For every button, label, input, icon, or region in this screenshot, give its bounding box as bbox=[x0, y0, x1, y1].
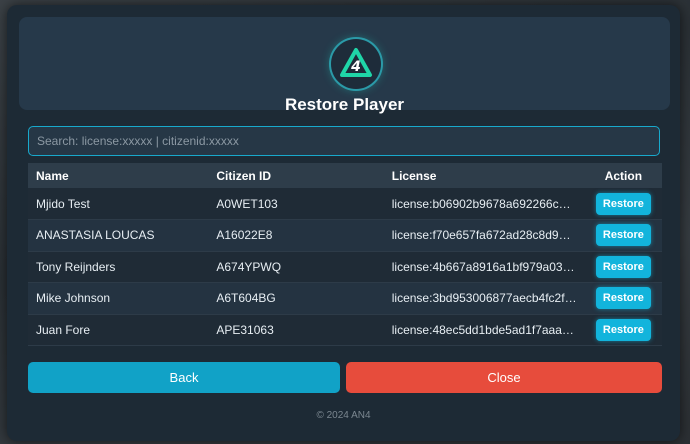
player-license: license:3bd953006877aecb4fc2fe... bbox=[391, 291, 582, 306]
action-cell: Restore bbox=[585, 251, 662, 283]
restore-player-dialog: 4 Restore Player Name Citizen ID License… bbox=[7, 5, 680, 441]
player-name: Juan Fore bbox=[36, 322, 91, 337]
restore-button[interactable]: Restore bbox=[595, 318, 651, 341]
column-header-name: Name bbox=[36, 168, 69, 183]
table-row: Mike Johnson A6T604BG license:3bd9530068… bbox=[28, 282, 662, 315]
player-name: ANASTASIA LOUCAS bbox=[36, 228, 155, 243]
table-row: Mjido Test A0WET103 license:b06902b9678a… bbox=[28, 188, 662, 220]
column-header-license: License bbox=[391, 168, 437, 183]
player-name: Mjido Test bbox=[36, 196, 90, 211]
player-license: license:f70e657fa672ad28c8d93c... bbox=[391, 228, 582, 243]
player-license: license:b06902b9678a692266c4f1... bbox=[391, 196, 585, 211]
table-row: Juan Fore APE31063 license:48ec5dd1bde5a… bbox=[28, 314, 662, 346]
player-license: license:48ec5dd1bde5ad1f7aaafb... bbox=[391, 322, 582, 337]
player-citizen-id: A16022E8 bbox=[216, 228, 273, 243]
restore-button[interactable]: Restore bbox=[595, 255, 651, 278]
dialog-title: Restore Player bbox=[284, 95, 405, 114]
svg-text:4: 4 bbox=[350, 59, 361, 75]
player-citizen-id: A6T604BG bbox=[216, 291, 276, 306]
table-header-row: Name Citizen ID License Action bbox=[28, 163, 662, 188]
dialog-header: 4 Restore Player bbox=[19, 17, 670, 114]
restore-button[interactable]: Restore bbox=[595, 287, 651, 310]
player-citizen-id: A674YPWQ bbox=[216, 259, 282, 274]
search-input[interactable] bbox=[28, 126, 660, 156]
player-name: Tony Reijnders bbox=[36, 259, 116, 274]
restore-button[interactable]: Restore bbox=[595, 224, 651, 247]
back-button[interactable]: Back bbox=[28, 362, 340, 393]
column-header-action: Action bbox=[604, 168, 643, 183]
player-citizen-id: APE31063 bbox=[216, 322, 274, 337]
table-row: ANASTASIA LOUCAS A16022E8 license:f70e65… bbox=[28, 219, 662, 252]
table-row: Tony Reijnders A674YPWQ license:4b667a89… bbox=[28, 251, 662, 283]
column-header-citizen-id: Citizen ID bbox=[216, 168, 272, 183]
player-license: license:4b667a8916a1bf979a0347... bbox=[391, 259, 585, 274]
footer-copyright: © 2024 AN4 bbox=[316, 410, 371, 421]
close-button[interactable]: Close bbox=[346, 362, 662, 393]
action-cell: Restore bbox=[585, 283, 662, 315]
restore-button[interactable]: Restore bbox=[595, 192, 651, 215]
an4-logo-icon: 4 bbox=[331, 39, 381, 89]
action-cell: Restore bbox=[585, 188, 662, 220]
player-name: Mike Johnson bbox=[36, 291, 111, 306]
players-table: Name Citizen ID License Action Mjido Tes… bbox=[28, 163, 662, 346]
action-cell: Restore bbox=[585, 220, 662, 252]
action-cell: Restore bbox=[585, 314, 662, 346]
player-citizen-id: A0WET103 bbox=[216, 196, 278, 211]
